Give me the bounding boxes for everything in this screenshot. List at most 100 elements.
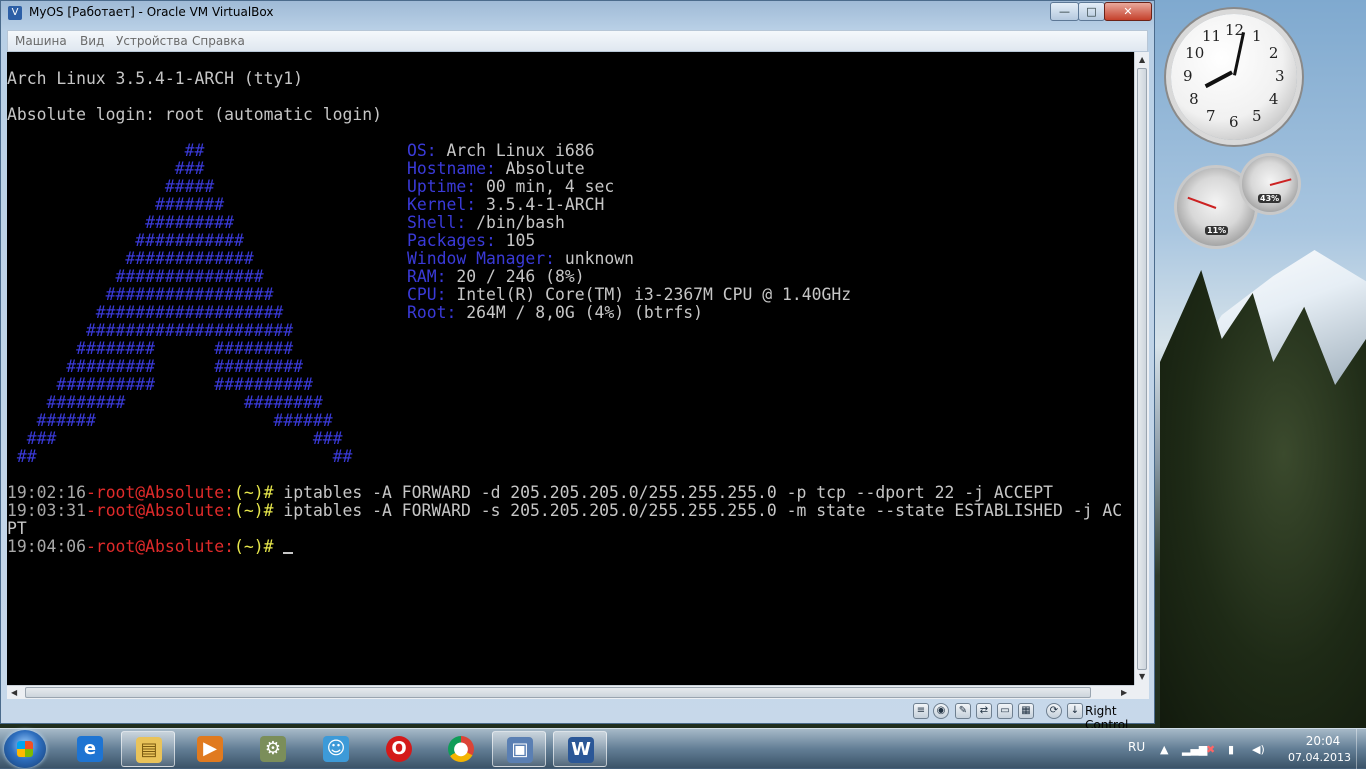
clock-number: 8	[1189, 90, 1199, 108]
logo-row: #############	[7, 249, 254, 268]
logo-row: ## ##	[7, 447, 353, 466]
vm-console-screen[interactable]: Arch Linux 3.5.4-1-ARCH (tty1) Absolute …	[7, 52, 1134, 685]
windows-logo-icon	[17, 741, 33, 757]
info-key: RAM:	[407, 267, 447, 286]
clock-gadget[interactable]: 12 1 2 3 4 5 6 7 8 9 10 11	[1171, 14, 1297, 140]
capture-icon[interactable]: ⟳	[1046, 703, 1062, 719]
clock-number: 7	[1206, 106, 1216, 125]
virtualbox-app-icon[interactable]: V	[8, 6, 22, 20]
menu-devices[interactable]: Устройства	[116, 34, 188, 48]
virtualbox-window: V MyOS [Работает] - Oracle VM VirtualBox…	[0, 0, 1155, 732]
cpu-percent-label: 11%	[1205, 226, 1229, 235]
maximize-button[interactable]: □	[1078, 2, 1105, 21]
logo-row: ########## ##########	[7, 375, 313, 394]
info-value: 105	[495, 231, 536, 250]
ram-meter-gadget[interactable]: 43%	[1242, 156, 1298, 212]
status-bar: ≡ ◉ ✎ ⇄ ▭ ▦ ⟳ ↓ Right Control	[7, 701, 1149, 732]
clock-hour-hand	[1204, 70, 1233, 89]
prompt-line: 19:04:06-root@Absolute:(~)#	[7, 537, 294, 556]
scroll-corner	[1134, 685, 1149, 699]
prompt-time: 19:04:06	[7, 537, 86, 556]
usb-icon[interactable]: ✎	[955, 703, 971, 719]
horizontal-scrollbar[interactable]: ◀ ▶	[7, 685, 1134, 699]
info-value: Absolute	[495, 159, 585, 178]
clock-number: 10	[1185, 44, 1205, 62]
clock-number: 1	[1252, 27, 1262, 46]
vertical-scrollbar[interactable]: ▲ ▼	[1134, 52, 1149, 685]
logo-row: ##	[7, 141, 205, 160]
taskbar-virtualbox[interactable]: ▣	[492, 731, 546, 767]
prompt-dir: (~)#	[233, 483, 274, 502]
shared-folder-icon[interactable]: ▭	[997, 703, 1013, 719]
taskbar-chrome[interactable]: ●	[434, 731, 488, 767]
info-row: Uptime: 00 min, 4 sec	[407, 178, 614, 196]
prompt-user: -root@Absolute:	[85, 537, 234, 556]
taskbar-media-player[interactable]: ▶	[183, 731, 237, 767]
minimize-button[interactable]: —	[1050, 2, 1079, 21]
info-key: Root:	[407, 303, 457, 322]
logo-row: #########	[7, 213, 234, 232]
title-bar[interactable]: V MyOS [Работает] - Oracle VM VirtualBox…	[1, 1, 1154, 25]
logo-row: ### ###	[7, 429, 343, 448]
info-value: 3.5.4-1-ARCH	[476, 195, 605, 214]
scroll-up-arrow-icon[interactable]: ▲	[1139, 55, 1145, 64]
taskbar-word[interactable]: W	[553, 731, 607, 767]
logo-row: ###	[7, 159, 205, 178]
taskbar-messenger[interactable]: ☺	[309, 731, 363, 767]
prompt-time: 19:03:31	[7, 501, 86, 520]
opera-icon: O	[386, 736, 412, 762]
cd-icon[interactable]: ◉	[933, 703, 949, 719]
messenger-icon: ☺	[323, 736, 349, 762]
signal-icon[interactable]: ▂▄▆	[1182, 743, 1207, 756]
vertical-scroll-thumb[interactable]	[1137, 68, 1147, 670]
clock-number: 4	[1268, 90, 1279, 108]
hdd-icon[interactable]: ≡	[913, 703, 929, 719]
clock-number: 2	[1268, 44, 1279, 62]
info-row: OS: Arch Linux i686	[407, 142, 595, 160]
menu-view[interactable]: Вид	[80, 34, 104, 48]
scroll-right-arrow-icon[interactable]: ▶	[1121, 688, 1127, 697]
taskbar-internet-explorer[interactable]: e	[63, 731, 117, 767]
scroll-left-arrow-icon[interactable]: ◀	[11, 688, 17, 697]
close-button[interactable]: ✕	[1104, 2, 1152, 21]
info-key: Window Manager:	[407, 249, 556, 268]
prompt-line: 19:03:31-root@Absolute:(~)# iptables -A …	[7, 502, 1122, 520]
taskbar-explorer[interactable]: ▤	[121, 731, 175, 767]
show-hidden-icons-icon[interactable]: ▲	[1160, 743, 1168, 756]
language-indicator[interactable]: RU	[1128, 740, 1145, 754]
clock-date[interactable]: 07.04.2013	[1288, 751, 1351, 764]
clock-number: 3	[1275, 67, 1285, 85]
info-value: Intel(R) Core(TM) i3-2367M CPU @ 1.40GHz	[446, 285, 852, 304]
logo-row: ###########	[7, 231, 244, 250]
info-key: OS:	[407, 141, 437, 160]
clock-time[interactable]: 20:04	[1300, 734, 1346, 748]
network-icon[interactable]: ⇄	[976, 703, 992, 719]
network-status-icon[interactable]: ✖	[1206, 743, 1215, 756]
show-desktop-button[interactable]	[1356, 729, 1366, 769]
start-button[interactable]	[4, 730, 46, 768]
logo-row: #####################	[7, 321, 294, 340]
info-key: Shell:	[407, 213, 467, 232]
arrow-icon[interactable]: ↓	[1067, 703, 1083, 719]
logo-row: ######## ########	[7, 339, 294, 358]
folder-icon: ▤	[136, 737, 162, 763]
info-key: CPU:	[407, 285, 447, 304]
scroll-down-arrow-icon[interactable]: ▼	[1139, 672, 1145, 681]
horizontal-scroll-thumb[interactable]	[25, 687, 1091, 698]
prompt-user: -root@Absolute:	[85, 501, 234, 520]
volume-icon[interactable]: ◀)	[1252, 743, 1265, 756]
menu-help[interactable]: Справка	[192, 34, 245, 48]
clock-number: 5	[1252, 106, 1262, 125]
console-kernel-line: Arch Linux 3.5.4-1-ARCH (tty1)	[7, 69, 304, 88]
prompt-dir: (~)#	[233, 501, 274, 520]
logo-row: ###################	[7, 303, 284, 322]
prompt-command: iptables -A FORWARD -d 205.205.205.0/255…	[273, 483, 1054, 502]
logo-row: ######### #########	[7, 357, 304, 376]
display-icon[interactable]: ▦	[1018, 703, 1034, 719]
info-row: Shell: /bin/bash	[407, 214, 565, 232]
internet-explorer-icon: e	[77, 736, 103, 762]
taskbar-program[interactable]: ⚙	[246, 731, 300, 767]
taskbar-opera[interactable]: O	[372, 731, 426, 767]
menu-machine[interactable]: Машина	[15, 34, 67, 48]
power-icon[interactable]: ▮	[1228, 743, 1234, 756]
